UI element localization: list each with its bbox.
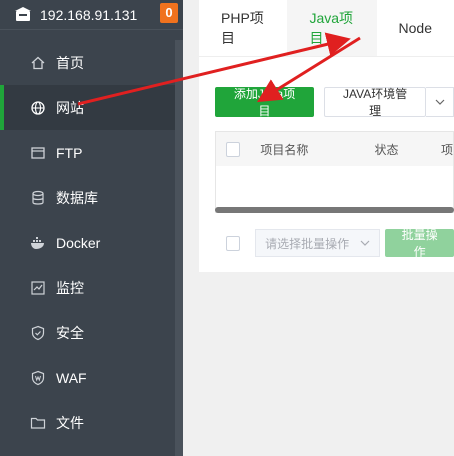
sidebar-item-docker[interactable]: Docker: [0, 220, 175, 265]
project-table: 项目名称 状态 项: [215, 131, 454, 213]
java-env-manage-button[interactable]: JAVA环境管理: [324, 87, 427, 118]
sidebar-item-website[interactable]: 网站: [0, 85, 175, 130]
sidebar-nav: 首页 网站 FTP 数据库 Docker 监控 安全 WAF 文件: [0, 40, 175, 445]
footer-select-checkbox[interactable]: [226, 235, 241, 251]
sidebar-item-ftp[interactable]: FTP: [0, 130, 175, 175]
database-icon: [30, 190, 46, 206]
docker-icon: [30, 235, 46, 251]
chevron-down-icon[interactable]: [426, 87, 454, 117]
column-header-name[interactable]: 项目名称: [260, 141, 374, 158]
project-panel: PHP项目 Java项目 Node 添加Java项目 JAVA环境管理 项目名称…: [199, 0, 454, 272]
ftp-icon: [30, 145, 46, 161]
sidebar-item-database[interactable]: 数据库: [0, 175, 175, 220]
sidebar-item-label: WAF: [56, 369, 87, 386]
select-placeholder: 请选择批量操作: [265, 236, 350, 251]
table-header: 项目名称 状态 项: [216, 132, 453, 166]
tab-java-project[interactable]: Java项目: [287, 0, 377, 56]
column-header-truncated[interactable]: 项: [441, 141, 453, 158]
sidebar-item-files[interactable]: 文件: [0, 400, 175, 445]
table-horizontal-scrollbar[interactable]: [215, 207, 454, 213]
sidebar-item-label: 网站: [56, 99, 84, 116]
server-logo-icon: [15, 6, 31, 21]
server-ip: 192.168.91.131: [40, 6, 138, 23]
shield-icon: [30, 325, 46, 341]
project-tabs: PHP项目 Java项目 Node: [199, 0, 454, 57]
sidebar-item-label: 文件: [56, 414, 84, 431]
select-all-checkbox[interactable]: [226, 141, 241, 157]
sidebar-item-label: 数据库: [56, 189, 98, 206]
sidebar-scrollbar[interactable]: [175, 40, 183, 456]
notification-badge[interactable]: 0: [160, 3, 178, 23]
batch-operation-button[interactable]: 批量操作: [385, 228, 454, 259]
sidebar-item-home[interactable]: 首页: [0, 40, 175, 85]
sidebar-item-label: 首页: [56, 54, 84, 71]
sidebar-item-security[interactable]: 安全: [0, 310, 175, 355]
sidebar-item-label: Docker: [56, 234, 101, 251]
sidebar-item-label: 安全: [56, 324, 84, 341]
sidebar-item-label: FTP: [56, 144, 83, 161]
batch-operation-select[interactable]: 请选择批量操作: [255, 229, 381, 257]
project-toolbar: 添加Java项目 JAVA环境管理: [215, 87, 454, 118]
tab-node-project[interactable]: Node: [377, 0, 454, 56]
chevron-down-icon: [360, 240, 370, 246]
home-icon: [30, 55, 46, 71]
folder-icon: [30, 415, 46, 431]
sidebar-item-monitor[interactable]: 监控: [0, 265, 175, 310]
waf-shield-icon: [30, 370, 46, 386]
sidebar-item-label: 监控: [56, 279, 84, 296]
add-java-project-button[interactable]: 添加Java项目: [215, 87, 315, 118]
batch-footer: 请选择批量操作 批量操作: [226, 228, 454, 259]
globe-icon: [30, 100, 46, 116]
server-header: 192.168.91.131 0: [0, 0, 183, 30]
sidebar: 192.168.91.131 0 首页 网站 FTP 数据库 Docker 监控…: [0, 0, 183, 456]
tab-php-project[interactable]: PHP项目: [199, 0, 287, 56]
sidebar-item-waf[interactable]: WAF: [0, 355, 175, 400]
monitor-icon: [30, 280, 46, 296]
column-header-status[interactable]: 状态: [374, 141, 441, 158]
